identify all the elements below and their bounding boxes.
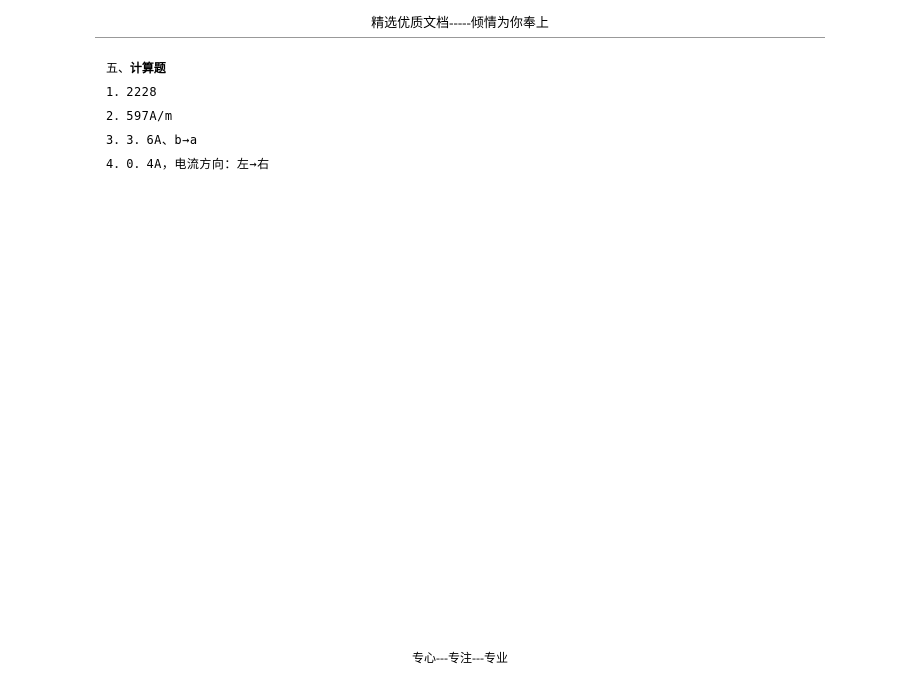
page-footer: 专心---专注---专业	[0, 649, 920, 666]
page-header: 精选优质文档-----倾情为你奉上	[0, 0, 920, 37]
footer-text: 专心---专注---专业	[412, 651, 508, 665]
list-item: 3．3．6A、b→a	[106, 128, 920, 152]
content-area: 五、计算题 1．2228 2．597A/m 3．3．6A、b→a 4．0．4A，…	[0, 38, 920, 176]
section-prefix: 五、	[106, 61, 130, 75]
list-item: 1．2228	[106, 80, 920, 104]
list-item: 4．0．4A，电流方向：左→右	[106, 152, 920, 176]
section-title: 五、计算题	[106, 56, 920, 80]
list-item: 2．597A/m	[106, 104, 920, 128]
section-name: 计算题	[130, 61, 166, 75]
header-text: 精选优质文档-----倾情为你奉上	[371, 15, 549, 30]
